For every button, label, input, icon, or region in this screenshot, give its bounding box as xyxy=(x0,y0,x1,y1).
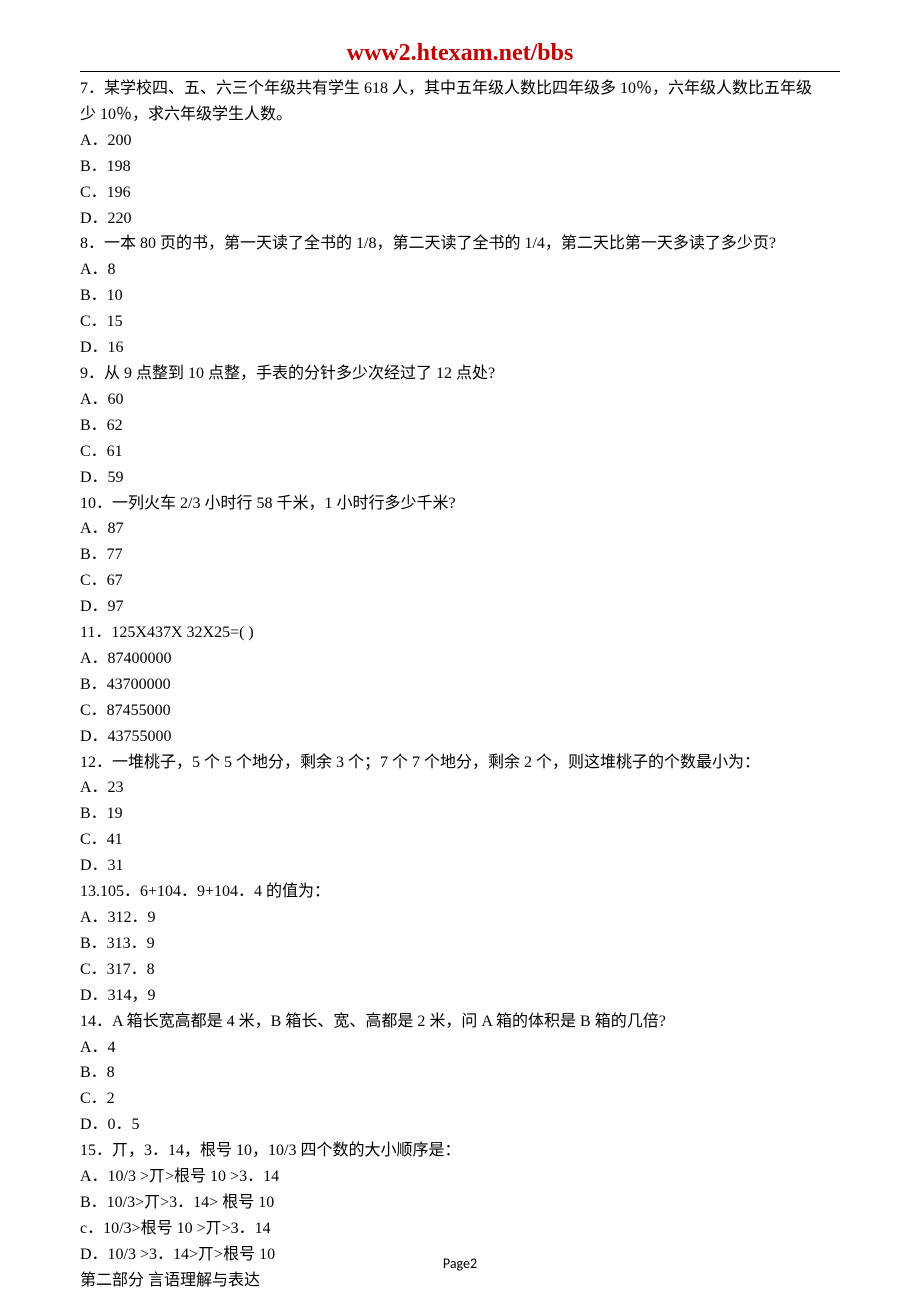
question-stem: 14．A 箱长宽高都是 4 米，B 箱长、宽、高都是 2 米，问 A 箱的体积是… xyxy=(80,1009,840,1035)
question-stem: 10．一列火车 2/3 小时行 58 千米，1 小时行多少千米? xyxy=(80,491,840,517)
question-option: C．41 xyxy=(80,827,840,853)
question-option: D．43755000 xyxy=(80,724,840,750)
question-option: C．196 xyxy=(80,180,840,206)
question-option: C．15 xyxy=(80,309,840,335)
question-option: B．8 xyxy=(80,1060,840,1086)
page-footer: Page2 xyxy=(0,1255,920,1272)
question-option: D．16 xyxy=(80,335,840,361)
page-header: www2.htexam.net/bbs xyxy=(0,0,920,71)
question-option: D．31 xyxy=(80,853,840,879)
question-option: A．312．9 xyxy=(80,905,840,931)
question-option: B．62 xyxy=(80,413,840,439)
question-option: A．10/3 >丌>根号 10 >3．14 xyxy=(80,1164,840,1190)
question-option: D．97 xyxy=(80,594,840,620)
question-stem: 8．一本 80 页的书，第一天读了全书的 1/8，第二天读了全书的 1/4，第二… xyxy=(80,231,840,257)
question-option: B．19 xyxy=(80,801,840,827)
question-option: A．4 xyxy=(80,1035,840,1061)
question-option: c．10/3>根号 10 >丌>3．14 xyxy=(80,1216,840,1242)
question-option: C．2 xyxy=(80,1086,840,1112)
page-label: Page xyxy=(443,1255,470,1272)
question-option: A．200 xyxy=(80,128,840,154)
page-number: 2 xyxy=(470,1255,477,1272)
question-stem: 少 10％，求六年级学生人数。 xyxy=(80,102,840,128)
question-option: A．87400000 xyxy=(80,646,840,672)
question-option: C．61 xyxy=(80,439,840,465)
question-stem: 12．一堆桃子，5 个 5 个地分，剩余 3 个；7 个 7 个地分，剩余 2 … xyxy=(80,750,840,776)
question-stem: 11．125X437X 32X25=( ) xyxy=(80,620,840,646)
question-option: C．87455000 xyxy=(80,698,840,724)
question-option: A．87 xyxy=(80,516,840,542)
question-stem: 13.105．6+104．9+104．4 的值为： xyxy=(80,879,840,905)
question-option: D．59 xyxy=(80,465,840,491)
question-option: B．77 xyxy=(80,542,840,568)
question-stem: 7．某学校四、五、六三个年级共有学生 618 人，其中五年级人数比四年级多 10… xyxy=(80,76,840,102)
document-body: 7．某学校四、五、六三个年级共有学生 618 人，其中五年级人数比四年级多 10… xyxy=(0,76,920,1294)
question-option: B．10/3>丌>3．14> 根号 10 xyxy=(80,1190,840,1216)
header-url: www2.htexam.net/bbs xyxy=(347,40,574,66)
question-option: D．0．5 xyxy=(80,1112,840,1138)
question-option: C．317．8 xyxy=(80,957,840,983)
question-option: D．220 xyxy=(80,206,840,232)
question-option: D．314，9 xyxy=(80,983,840,1009)
question-stem: 15．丌，3．14，根号 10，10/3 四个数的大小顺序是： xyxy=(80,1138,840,1164)
question-stem: 9．从 9 点整到 10 点整，手表的分针多少次经过了 12 点处? xyxy=(80,361,840,387)
question-option: B．313．9 xyxy=(80,931,840,957)
question-option: C．67 xyxy=(80,568,840,594)
header-divider xyxy=(80,71,840,72)
question-option: B．198 xyxy=(80,154,840,180)
question-option: A．8 xyxy=(80,257,840,283)
question-option: B．43700000 xyxy=(80,672,840,698)
question-option: A．60 xyxy=(80,387,840,413)
question-option: A．23 xyxy=(80,775,840,801)
question-option: B．10 xyxy=(80,283,840,309)
